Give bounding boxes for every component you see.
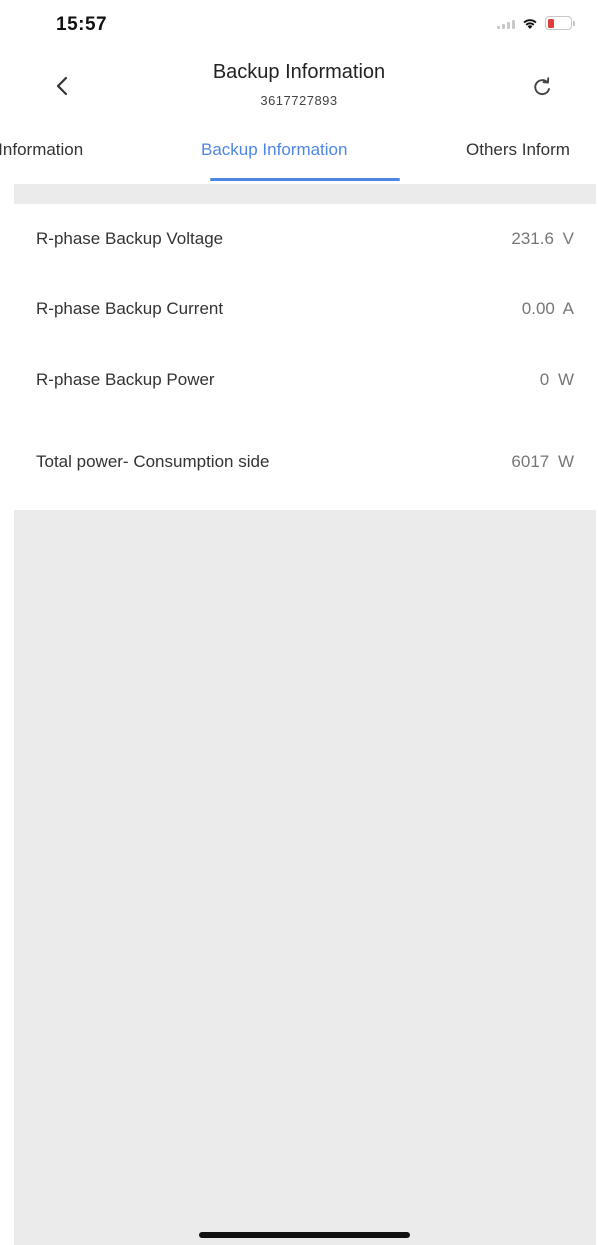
- status-time: 15:57: [56, 14, 108, 35]
- list-item: R-phase Backup Current 0.00 A: [14, 288, 596, 330]
- signal-icon: [497, 17, 515, 29]
- row-label: Total power- Consumption side: [36, 452, 270, 471]
- list-item: Total power- Consumption side 6017 W: [14, 434, 596, 490]
- status-icons: [497, 16, 575, 30]
- tab-backup-information[interactable]: Backup Information: [201, 140, 347, 160]
- battery-cap: [573, 20, 575, 26]
- row-value: 231.6 V: [511, 229, 574, 248]
- device-serial: 3617727893: [260, 93, 338, 108]
- row-value: 6017 W: [511, 452, 574, 471]
- row-value: 0.00 A: [521, 299, 574, 318]
- row-label: R-phase Backup Power: [36, 370, 215, 389]
- battery-level: [547, 18, 554, 28]
- refresh-icon: [534, 77, 550, 96]
- tab-others-information[interactable]: Others Inform: [466, 140, 570, 160]
- status-bar: 15:57: [0, 0, 598, 52]
- home-indicator[interactable]: [199, 1232, 410, 1238]
- backup-info-card: R-phase Backup Voltage 231.6 V R-phase B…: [14, 204, 596, 510]
- nav-bar: Backup Information 3617727893: [0, 52, 598, 120]
- wifi-icon: [521, 16, 539, 30]
- row-label: R-phase Backup Current: [36, 299, 224, 318]
- tab-active-indicator: [210, 178, 400, 181]
- screen: 15:57 Backup Information 3617727893 Info…: [0, 0, 598, 1245]
- row-value: 0 W: [539, 370, 574, 389]
- list-item: R-phase Backup Power 0 W: [14, 359, 596, 401]
- battery-icon: [545, 16, 575, 30]
- refresh-button[interactable]: [522, 67, 562, 107]
- tab-bar: d Information Backup Information Others …: [0, 128, 598, 182]
- page-title: Backup Information: [212, 61, 386, 83]
- tab-grid-information[interactable]: d Information: [0, 140, 83, 160]
- list-item: R-phase Backup Voltage 231.6 V: [14, 218, 596, 260]
- row-label: R-phase Backup Voltage: [36, 229, 224, 248]
